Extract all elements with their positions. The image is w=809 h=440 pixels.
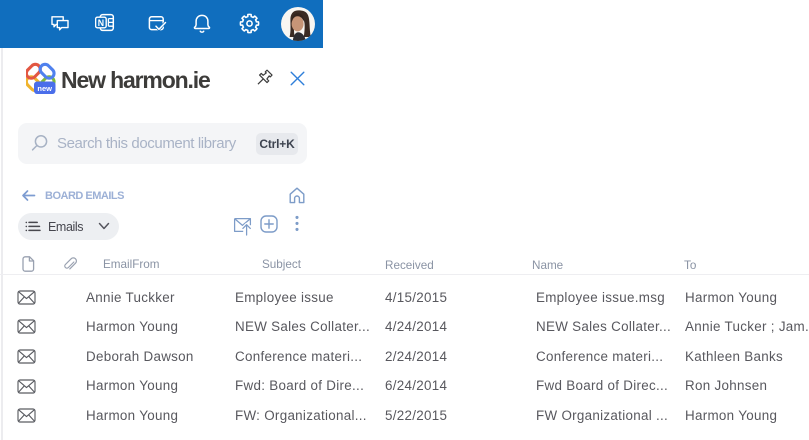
svg-text:N: N — [98, 18, 104, 28]
svg-text:new: new — [37, 84, 52, 93]
